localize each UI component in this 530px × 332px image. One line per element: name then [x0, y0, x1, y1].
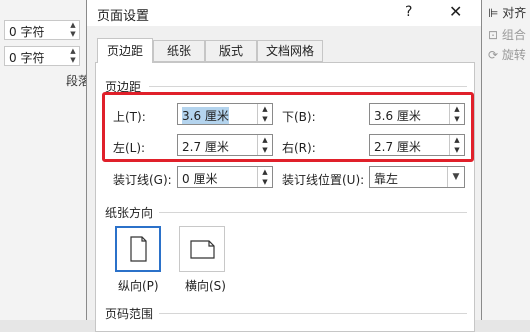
landscape-page-icon [190, 240, 215, 259]
spin-down-icon[interactable]: ▼ [258, 177, 272, 187]
indent-right-spinner[interactable]: 0 字符 ▲ ▼ [4, 46, 80, 66]
portrait-page-icon [130, 236, 147, 262]
dialog-titlebar: 页面设置 ? ✕ [87, 0, 481, 26]
align-label: 对齐 [502, 6, 527, 20]
group-command[interactable]: ⊡ 组合 [488, 26, 526, 43]
landscape-button[interactable] [179, 226, 225, 272]
indent-left-value: 0 字符 [9, 25, 45, 39]
margins-highlight-box [102, 92, 474, 162]
section-divider [159, 313, 467, 314]
tab-paper[interactable]: 纸张 [153, 40, 205, 62]
tab-margins[interactable]: 页边距 [97, 38, 153, 63]
orientation-section-title: 纸张方向 [105, 206, 154, 220]
gutter-value: 0 厘米 [182, 172, 218, 186]
ribbon-left-fragment: 0 字符 ▲ ▼ 0 字符 ▲ ▼ 段落 [0, 0, 90, 320]
pages-section-title: 页码范围 [105, 307, 154, 321]
tab-layout[interactable]: 版式 [205, 40, 257, 62]
rotate-label: 旋转 [501, 48, 526, 62]
gutter-spinner[interactable]: 0 厘米 ▲ ▼ [177, 166, 273, 188]
portrait-button[interactable] [115, 226, 161, 272]
gutter-position-value: 靠左 [374, 172, 399, 186]
gutter-position-label: 装订线位置(U): [282, 173, 365, 187]
align-command[interactable]: ⊫ 对齐 [488, 4, 526, 21]
ribbon-right-fragment: ⊫ 对齐 ⊡ 组合 ⟳ 旋转 [480, 0, 530, 320]
group-icon: ⊡ [488, 28, 499, 42]
section-divider [159, 212, 467, 213]
rotate-icon: ⟳ [488, 48, 499, 62]
portrait-label: 纵向(P) [118, 279, 159, 293]
rotate-command[interactable]: ⟳ 旋转 [488, 46, 526, 63]
group-label: 组合 [501, 28, 526, 42]
spinner-arrows-icon[interactable]: ▲ ▼ [67, 47, 79, 65]
indent-left-spinner[interactable]: 0 字符 ▲ ▼ [4, 20, 80, 40]
help-button[interactable]: ? [405, 4, 412, 20]
landscape-label: 横向(S) [185, 279, 226, 293]
close-button[interactable]: ✕ [449, 2, 462, 21]
gutter-spin-buttons[interactable]: ▲ ▼ [257, 167, 272, 187]
tab-document-grid[interactable]: 文档网格 [257, 40, 323, 62]
spinner-arrows-icon[interactable]: ▲ ▼ [67, 21, 79, 39]
dialog-title: 页面设置 [97, 9, 150, 24]
section-divider [149, 86, 467, 87]
gutter-position-dropdown[interactable]: 靠左 ▼ [369, 166, 465, 188]
chevron-down-icon[interactable]: ▼ [447, 167, 464, 187]
spin-up-icon[interactable]: ▲ [258, 167, 272, 177]
gutter-label: 装订线(G): [113, 173, 172, 187]
align-icon: ⊫ [488, 6, 499, 20]
indent-right-value: 0 字符 [9, 51, 45, 65]
